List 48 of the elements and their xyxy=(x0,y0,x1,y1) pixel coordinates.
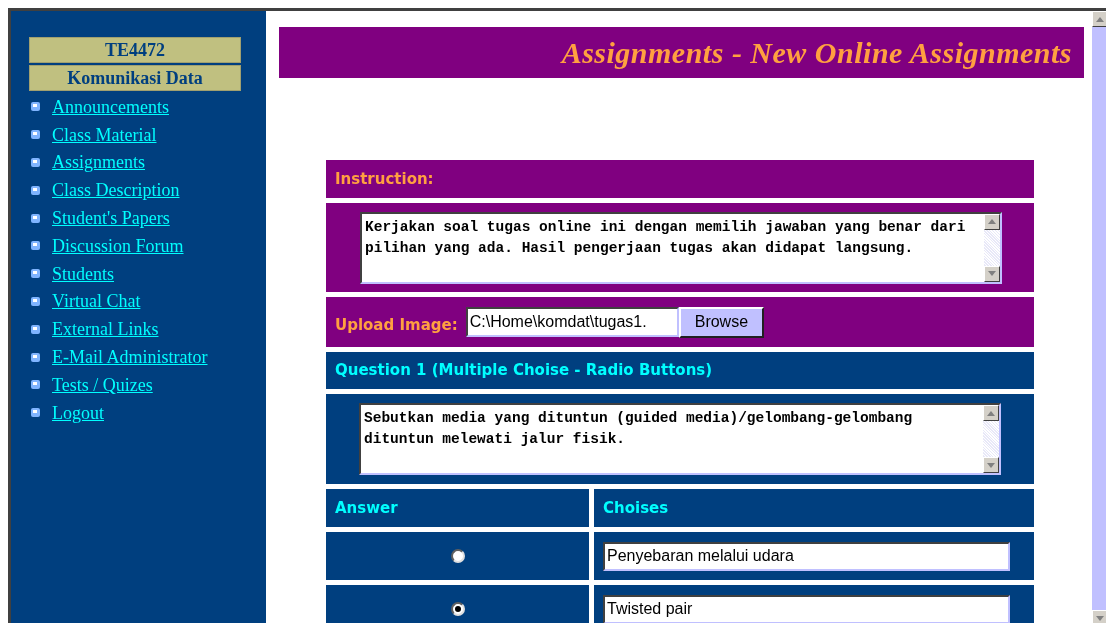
nav-link[interactable]: Announcements xyxy=(52,95,169,118)
question-header: Question 1 (Multiple Choise - Radio Buttons) xyxy=(326,352,1034,389)
nav-link[interactable]: E-Mail Administrator xyxy=(52,346,208,369)
bullet-icon xyxy=(31,102,40,112)
scroll-up-icon[interactable] xyxy=(984,213,1000,230)
column-header: Choises xyxy=(594,489,1034,527)
text-area[interactable]: Kerjakan soal tugas online ini dengan memilih jawaban yang benar dari pilihan yang ada. Hasil pengerjaan tugas akan didapat langsung. xyxy=(360,211,1002,284)
page-scrollbar[interactable] xyxy=(1092,11,1106,623)
text-area[interactable]: Sebutkan media yang dituntun (guided media)/gelombang-gelombang dituntun melewati jalur fisik. xyxy=(359,403,1001,475)
scroll-down-icon[interactable] xyxy=(983,457,999,473)
scrollbar[interactable] xyxy=(983,405,999,473)
upload-label: Upload Image: xyxy=(335,314,458,336)
instruction-header: Instruction: xyxy=(326,160,1034,198)
bullet-icon xyxy=(31,352,40,362)
choice-field[interactable]: Twisted pair xyxy=(603,594,1010,623)
bullet-icon xyxy=(31,158,40,167)
bullet-icon xyxy=(31,213,40,223)
nav-link[interactable]: Class Description xyxy=(52,179,180,202)
bullet-icon xyxy=(31,241,40,251)
course-code: TE4472 xyxy=(29,37,241,63)
course-name: Komunikasi Data xyxy=(29,65,241,91)
browse-button[interactable]: Browse xyxy=(678,306,765,338)
bullet-icon xyxy=(31,408,40,418)
nav-link[interactable]: External Links xyxy=(52,318,159,341)
scroll-up-icon[interactable] xyxy=(1092,11,1106,27)
bullet-icon xyxy=(31,380,40,390)
scroll-up-icon[interactable] xyxy=(983,405,999,421)
nav-link[interactable]: Assignments xyxy=(52,151,145,174)
nav-link[interactable]: Students xyxy=(52,262,114,285)
radio-button[interactable] xyxy=(450,602,465,616)
page-title: Assignments - New Online Assignments xyxy=(561,35,1072,71)
file-path-field[interactable]: C:\Home\komdat\tugas1. xyxy=(465,307,679,337)
choice-field[interactable]: Penyebaran melalui udara xyxy=(603,541,1010,571)
radio-button[interactable] xyxy=(450,549,465,563)
nav-link[interactable]: Tests / Quizes xyxy=(52,373,153,396)
bullet-icon xyxy=(31,269,40,279)
nav-link[interactable]: Discussion Forum xyxy=(52,234,184,257)
nav-link[interactable]: Student's Papers xyxy=(52,207,170,230)
scroll-down-icon[interactable] xyxy=(984,265,1000,282)
nav-link[interactable]: Logout xyxy=(52,401,104,424)
scrollbar[interactable] xyxy=(984,213,1000,282)
column-header: Answer xyxy=(326,489,589,527)
nav-link[interactable]: Virtual Chat xyxy=(52,290,141,313)
bullet-icon xyxy=(31,130,40,140)
bullet-icon xyxy=(31,296,40,306)
nav-link[interactable]: Class Material xyxy=(52,123,157,146)
bullet-icon xyxy=(31,185,40,195)
bullet-icon xyxy=(31,324,40,334)
